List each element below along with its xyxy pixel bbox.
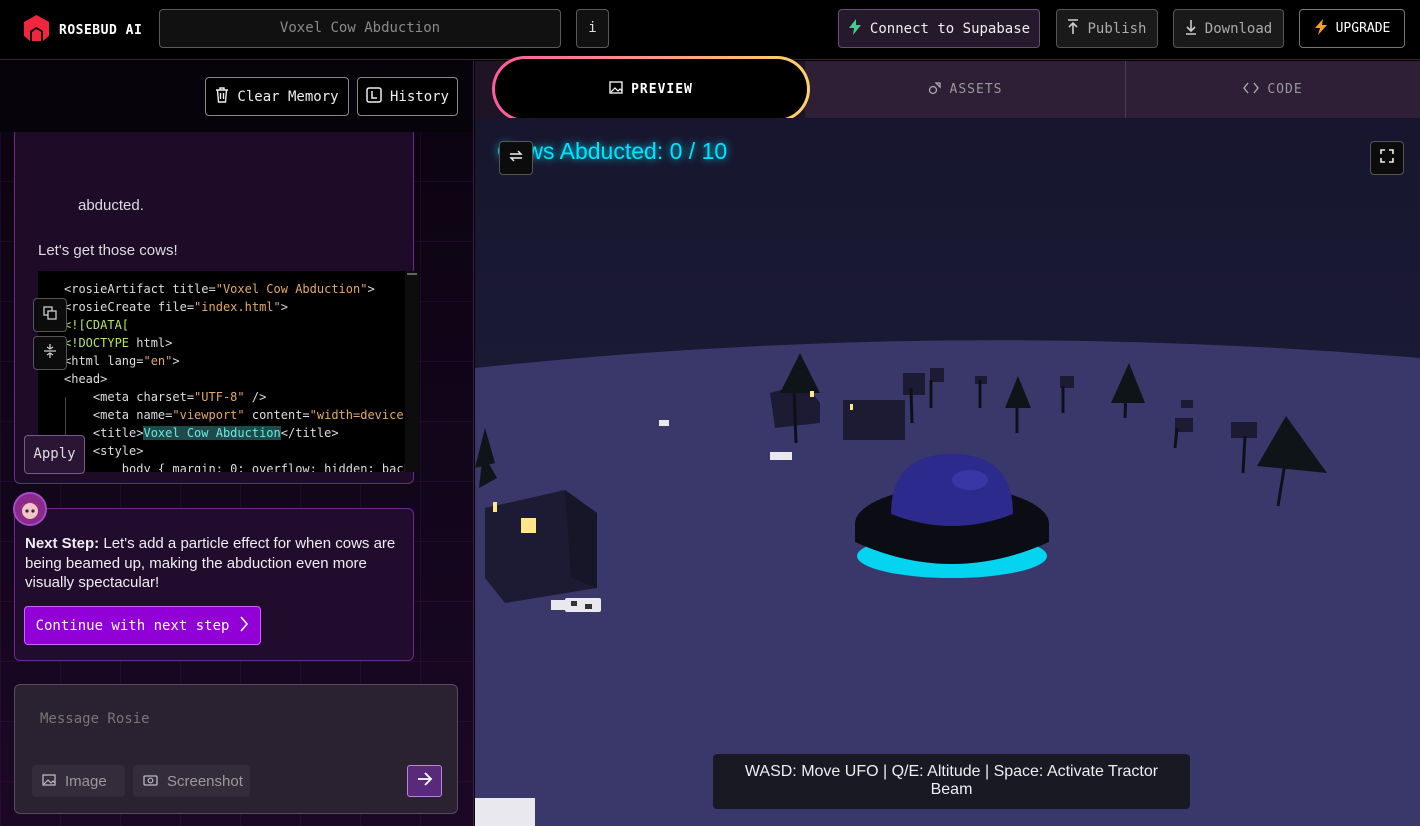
bolt-icon <box>848 18 862 39</box>
next-step-text: Next Step: Let's add a particle effect f… <box>25 534 400 593</box>
code-line: <head> <box>64 372 108 386</box>
tab-preview-label: PREVIEW <box>631 81 693 97</box>
game-scene <box>475 340 1420 826</box>
connect-supabase-button[interactable]: Connect to Supabase <box>838 9 1040 48</box>
rosebud-logo-icon <box>22 14 51 47</box>
code-line: body { margin: 0; overflow: hidden; back… <box>64 462 419 472</box>
tab-code[interactable]: CODE <box>1125 61 1420 118</box>
code-icon <box>1243 82 1260 98</box>
expand-code-button[interactable] <box>33 336 67 370</box>
swap-view-button[interactable] <box>499 141 533 175</box>
upload-icon <box>1067 18 1079 39</box>
game-preview[interactable]: Cows Abducted: 0 / 10 WASD: Move UFO | Q… <box>475 118 1420 826</box>
trash-icon <box>215 86 229 107</box>
rosie-avatar <box>13 492 47 526</box>
next-step-card: Next Step: Let's add a particle effect f… <box>14 508 414 661</box>
top-bar: ROSEBUD AI Voxel Cow Abduction i Connect… <box>0 0 1420 60</box>
expand-vertical-icon <box>43 343 57 364</box>
history-icon <box>366 86 382 107</box>
copy-icon <box>43 305 57 325</box>
code-line: <!DOCTYPE html> <box>64 336 173 350</box>
apply-button[interactable]: Apply <box>24 435 85 474</box>
message-text: Let's get those cows! <box>38 242 178 259</box>
message-tail-text: abducted. <box>78 197 144 214</box>
copy-code-button[interactable] <box>33 298 67 332</box>
code-line: <rosieArtifact title="Voxel Cow Abductio… <box>64 282 375 296</box>
clear-memory-label: Clear Memory <box>237 88 339 105</box>
supabase-label: Connect to Supabase <box>869 20 1031 37</box>
brand-name: ROSEBUD AI <box>59 23 143 38</box>
attach-image-button[interactable]: Image <box>32 765 125 797</box>
upgrade-button[interactable]: UPGRADE <box>1299 9 1405 48</box>
code-line: <html lang="en"> <box>64 354 180 368</box>
continue-next-step-button[interactable]: Continue with next step <box>24 606 261 645</box>
send-button[interactable] <box>407 765 442 797</box>
download-icon <box>1185 19 1197 39</box>
assistant-message: abducted. Let's get those cows! <rosieAr… <box>14 127 419 484</box>
chevron-right-icon <box>239 615 249 636</box>
code-line: <meta name="viewport" content="width=dev… <box>64 408 419 422</box>
clear-memory-button[interactable]: Clear Memory <box>205 77 349 116</box>
screenshot-label: Screenshot <box>167 772 243 790</box>
swap-icon <box>508 149 524 168</box>
controls-hint: WASD: Move UFO | Q/E: Altitude | Space: … <box>713 754 1190 809</box>
fullscreen-icon <box>1380 148 1394 168</box>
logo[interactable]: ROSEBUD AI <box>22 14 142 47</box>
image-icon <box>609 80 623 98</box>
code-line: <title>Voxel Cow Abduction</title> <box>64 426 339 440</box>
arrow-right-icon <box>417 771 433 791</box>
assets-icon <box>928 81 942 99</box>
message-input[interactable]: Message Rosie <box>40 711 150 727</box>
next-step-heading: Next Step: <box>25 535 100 552</box>
publish-button[interactable]: Publish <box>1056 9 1158 48</box>
chat-panel: abducted. Let's get those cows! <rosieAr… <box>0 61 474 826</box>
code-line: <meta charset="UTF-8" /> <box>64 390 267 404</box>
view-tabs: ASSETS CODE PREVIEW <box>475 59 1420 119</box>
code-scrollbar[interactable] <box>405 271 419 472</box>
continue-label: Continue with next step <box>35 617 230 634</box>
tab-assets[interactable]: ASSETS <box>805 61 1125 118</box>
publish-label: Publish <box>1087 20 1147 37</box>
panel-toolbar: Clear Memory History <box>0 61 473 132</box>
code-block[interactable]: <rosieArtifact title="Voxel Cow Abductio… <box>38 271 419 472</box>
download-button[interactable]: Download <box>1173 9 1284 48</box>
tab-code-label: CODE <box>1267 82 1303 97</box>
tab-preview[interactable]: PREVIEW <box>492 56 810 122</box>
project-title-field[interactable]: Voxel Cow Abduction <box>159 9 561 48</box>
history-button[interactable]: History <box>357 77 458 116</box>
fullscreen-button[interactable] <box>1370 141 1404 175</box>
code-line: <rosieCreate file="index.html"> <box>64 300 288 314</box>
message-composer: Message Rosie Image Screenshot <box>14 684 458 814</box>
info-button[interactable]: i <box>576 9 609 48</box>
lightning-icon <box>1314 18 1328 39</box>
download-label: Download <box>1204 20 1273 37</box>
image-icon <box>42 773 56 790</box>
tab-assets-label: ASSETS <box>949 82 1003 97</box>
camera-icon <box>143 773 158 790</box>
upgrade-label: UPGRADE <box>1335 21 1391 36</box>
history-label: History <box>389 88 449 105</box>
attach-screenshot-button[interactable]: Screenshot <box>133 765 250 797</box>
code-line: <![CDATA[ <box>64 318 130 332</box>
image-label: Image <box>65 772 107 790</box>
